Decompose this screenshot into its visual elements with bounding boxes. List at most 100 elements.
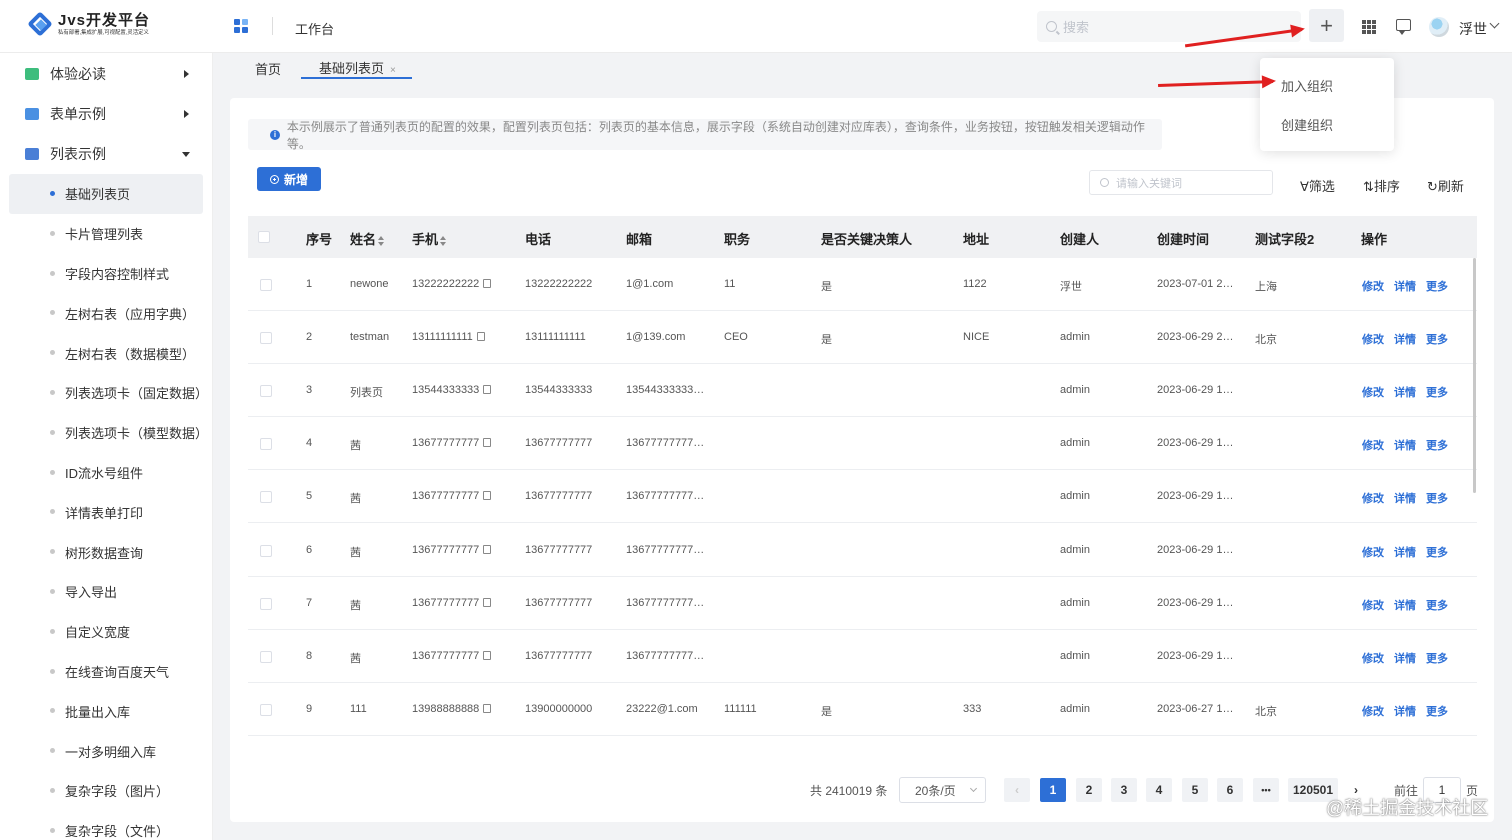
sidebar-item[interactable]: 导入导出: [0, 572, 212, 612]
page-button[interactable]: 2: [1076, 778, 1102, 802]
row-checkbox[interactable]: [260, 332, 272, 345]
copy-icon[interactable]: [483, 438, 492, 448]
page-button[interactable]: 1: [1040, 778, 1066, 802]
sidebar-item[interactable]: 自定义宽度: [0, 612, 212, 652]
page-button[interactable]: 4: [1146, 778, 1172, 802]
tab-home[interactable]: 首页: [255, 59, 281, 78]
sidebar-group-experience[interactable]: 体验必读: [0, 54, 212, 94]
table-row[interactable]: 5 茜 13677777777 13677777777 13677777777… admi…: [248, 470, 1477, 524]
row-checkbox[interactable]: [260, 597, 272, 610]
copy-icon[interactable]: [476, 332, 485, 342]
select-all-checkbox[interactable]: [258, 231, 270, 243]
page-button[interactable]: 3: [1111, 778, 1137, 802]
apps-grid-icon[interactable]: [1362, 20, 1376, 34]
table-row[interactable]: 4 茜 13677777777 13677777777 13677777777… admi…: [248, 417, 1477, 471]
detail-action[interactable]: 详情: [1394, 493, 1416, 505]
search-input[interactable]: 搜索: [1037, 11, 1301, 42]
refresh-button[interactable]: ↻刷新: [1427, 176, 1464, 195]
row-checkbox[interactable]: [260, 544, 272, 557]
workbench-link[interactable]: 工作台: [295, 19, 334, 38]
detail-action[interactable]: 详情: [1394, 547, 1416, 559]
table-row[interactable]: 9 111 13988888888 13900000000 23222@1.com 111…: [248, 683, 1477, 736]
more-action[interactable]: 更多: [1426, 281, 1448, 293]
sidebar-group-list[interactable]: 列表示例: [0, 134, 212, 174]
more-action[interactable]: 更多: [1426, 493, 1448, 505]
row-checkbox[interactable]: [260, 438, 272, 451]
edit-action[interactable]: 修改: [1362, 440, 1384, 452]
more-pages-button[interactable]: •••: [1253, 778, 1279, 802]
row-checkbox[interactable]: [260, 650, 272, 663]
add-button[interactable]: +: [1309, 9, 1344, 42]
row-checkbox[interactable]: [260, 703, 272, 716]
sidebar-item[interactable]: 左树右表（应用字典）: [0, 293, 212, 333]
sidebar-item-basic-list[interactable]: 基础列表页: [9, 174, 203, 214]
detail-action[interactable]: 详情: [1394, 440, 1416, 452]
sidebar-item[interactable]: 详情表单打印: [0, 492, 212, 532]
more-action[interactable]: 更多: [1426, 440, 1448, 452]
sidebar-item[interactable]: 字段内容控制样式: [0, 254, 212, 294]
sidebar-item[interactable]: 列表选项卡（模型数据）: [0, 413, 212, 453]
more-action[interactable]: 更多: [1426, 387, 1448, 399]
more-action[interactable]: 更多: [1426, 547, 1448, 559]
row-checkbox[interactable]: [260, 385, 272, 398]
detail-action[interactable]: 详情: [1394, 653, 1416, 665]
edit-action[interactable]: 修改: [1362, 334, 1384, 346]
column-header-name[interactable]: 姓名: [350, 229, 385, 248]
copy-icon[interactable]: [483, 491, 492, 501]
detail-action[interactable]: 详情: [1394, 334, 1416, 346]
sidebar-item[interactable]: 批量出入库: [0, 691, 212, 731]
sidebar-item[interactable]: 树形数据查询: [0, 532, 212, 572]
avatar[interactable]: [1429, 17, 1449, 37]
chevron-down-icon[interactable]: [1489, 18, 1500, 29]
more-action[interactable]: 更多: [1426, 600, 1448, 612]
table-row[interactable]: 1 newone 13222222222 13222222222 1@1.com 11 是 1…: [248, 258, 1477, 311]
table-row[interactable]: 2 testman 13111111111 13111111111 1@139.com C…: [248, 311, 1477, 365]
sort-button[interactable]: ⇅排序: [1363, 176, 1400, 195]
copy-icon[interactable]: [483, 385, 492, 395]
detail-action[interactable]: 详情: [1394, 281, 1416, 293]
table-row[interactable]: 3 列表页 13544333333 13544333333 13544333333… ad…: [248, 364, 1477, 418]
row-checkbox[interactable]: [260, 279, 272, 291]
more-action[interactable]: 更多: [1426, 653, 1448, 665]
edit-action[interactable]: 修改: [1362, 653, 1384, 665]
prev-page-button[interactable]: ‹: [1004, 778, 1030, 802]
edit-action[interactable]: 修改: [1362, 706, 1384, 718]
copy-icon[interactable]: [483, 597, 492, 607]
table-row[interactable]: 7 茜 13677777777 13677777777 13677777777… admi…: [248, 577, 1477, 630]
sidebar-item[interactable]: 卡片管理列表: [0, 214, 212, 254]
add-record-button[interactable]: 新增: [257, 167, 321, 191]
keyword-search-input[interactable]: 请输入关键词: [1089, 170, 1273, 195]
copy-icon[interactable]: [483, 544, 492, 554]
table-row[interactable]: 6 茜 13677777777 13677777777 13677777777… admi…: [248, 524, 1477, 577]
copy-icon[interactable]: [483, 703, 492, 713]
sidebar-item[interactable]: 在线查询百度天气: [0, 652, 212, 692]
table-scrollbar[interactable]: [1473, 258, 1476, 493]
sidebar-group-form[interactable]: 表单示例: [0, 94, 212, 134]
sidebar-item[interactable]: 左树右表（数据模型）: [0, 333, 212, 373]
tab-basic-list[interactable]: 基础列表页 ×: [319, 58, 396, 77]
sidebar-item[interactable]: 列表选项卡（固定数据）: [0, 373, 212, 413]
sort-icon[interactable]: [378, 235, 385, 246]
sidebar-item[interactable]: ID流水号组件: [0, 453, 212, 493]
page-size-select[interactable]: 20条/页: [899, 777, 986, 803]
sort-icon[interactable]: [440, 235, 447, 246]
edit-action[interactable]: 修改: [1362, 387, 1384, 399]
user-name[interactable]: 浮世: [1459, 19, 1487, 39]
sidebar-item[interactable]: 一对多明细入库: [0, 731, 212, 771]
logo[interactable]: Jvs开发平台 私有部署,集成扩展,可视配置,灵活定义: [27, 11, 159, 38]
page-button[interactable]: 6: [1217, 778, 1243, 802]
edit-action[interactable]: 修改: [1362, 600, 1384, 612]
detail-action[interactable]: 详情: [1394, 387, 1416, 399]
edit-action[interactable]: 修改: [1362, 493, 1384, 505]
filter-button[interactable]: ∀筛选: [1300, 176, 1335, 195]
edit-action[interactable]: 修改: [1362, 281, 1384, 293]
more-action[interactable]: 更多: [1426, 334, 1448, 346]
page-button[interactable]: 5: [1182, 778, 1208, 802]
more-action[interactable]: 更多: [1426, 706, 1448, 718]
detail-action[interactable]: 详情: [1394, 706, 1416, 718]
detail-action[interactable]: 详情: [1394, 600, 1416, 612]
app-switcher-icon[interactable]: [234, 19, 249, 34]
edit-action[interactable]: 修改: [1362, 547, 1384, 559]
column-header-mobile[interactable]: 手机: [412, 229, 447, 248]
create-organization-item[interactable]: 创建组织: [1281, 115, 1333, 134]
